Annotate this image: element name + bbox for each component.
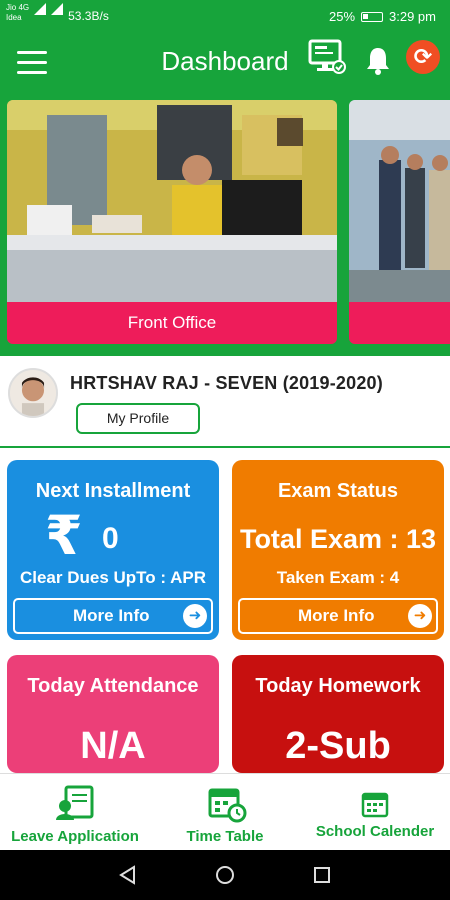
homework-value: 2-Sub <box>285 725 391 767</box>
more-info-label: More Info <box>73 606 150 625</box>
exam-status-card[interactable]: Exam Status Total Exam : 13 Taken Exam :… <box>232 460 444 640</box>
nav-leave-application[interactable]: Leave Application <box>0 774 150 851</box>
network-speed: 53.3B/s <box>68 9 109 23</box>
card-title: Next Installment <box>35 480 191 502</box>
staff-photo <box>349 100 450 302</box>
installment-amount: 0 <box>102 522 119 555</box>
signal-icon <box>34 3 47 15</box>
rupee-icon: ₹ <box>45 506 83 566</box>
arrow-right-icon: ➜ <box>183 604 207 628</box>
calendar-icon <box>361 792 389 818</box>
back-icon[interactable] <box>118 865 138 885</box>
my-profile-button[interactable]: My Profile <box>76 403 200 434</box>
status-bar: Jio 4G Idea 53.3B/s 25% 3:29 pm <box>0 0 450 34</box>
student-profile-row: HRTSHAV RAJ - SEVEN (2019-2020) My Profi… <box>0 356 450 448</box>
system-navigation-bar <box>0 850 450 900</box>
nav-school-calender[interactable]: School Calender <box>300 774 450 851</box>
taken-exam-text: Taken Exam : 4 <box>276 568 400 587</box>
installment-more-info-button[interactable]: More Info ➜ <box>13 598 213 634</box>
exam-more-info-button[interactable]: More Info ➜ <box>238 598 438 634</box>
battery-icon <box>361 12 384 22</box>
carrier-top: Jio 4G <box>6 3 30 12</box>
refresh-button[interactable]: ⟳ <box>406 40 440 74</box>
computer-monitor-icon[interactable] <box>308 39 346 75</box>
time-table-icon <box>208 788 247 823</box>
bottom-navigation: Leave Application Time Table School Cale… <box>0 773 450 850</box>
page-title: Dashboard <box>161 46 289 76</box>
banner-slide-2[interactable] <box>349 100 450 344</box>
carrier-info: Jio 4G Idea <box>6 3 29 23</box>
home-icon[interactable] <box>215 865 235 885</box>
banner-slide-front-office[interactable]: Front Office <box>7 100 337 344</box>
banner-carousel[interactable]: Front Office <box>0 94 450 356</box>
card-title: Exam Status <box>277 480 399 502</box>
notification-bell-icon[interactable] <box>364 45 392 75</box>
nav-label: Leave Application <box>11 828 139 845</box>
arrow-right-icon: ➜ <box>408 604 432 628</box>
battery-percent: 25% <box>328 9 356 24</box>
card-title: Today Attendance <box>27 675 199 697</box>
total-exam-text: Total Exam : 13 <box>239 524 437 554</box>
front-office-photo <box>7 100 337 302</box>
student-name: HRTSHAV RAJ - SEVEN (2019-2020) <box>70 373 383 393</box>
next-installment-card[interactable]: Next Installment ₹ 0 Clear Dues UpTo : A… <box>7 460 219 640</box>
avatar <box>8 368 58 418</box>
recents-icon[interactable] <box>312 865 332 885</box>
attendance-value: N/A <box>80 725 146 767</box>
divider <box>0 446 450 448</box>
app-bar: Dashboard ⟳ <box>0 34 450 94</box>
signal-icon-2 <box>51 3 64 15</box>
more-info-label: More Info <box>298 606 375 625</box>
hamburger-menu-icon[interactable] <box>17 51 47 75</box>
today-attendance-card[interactable]: Today Attendance N/A <box>7 655 219 773</box>
card-title: Today Homework <box>255 675 421 697</box>
today-homework-card[interactable]: Today Homework 2-Sub <box>232 655 444 773</box>
leave-application-icon <box>56 785 94 820</box>
banner-caption: Front Office <box>7 302 337 344</box>
nav-label: Time Table <box>186 828 264 845</box>
clear-dues-text: Clear Dues UpTo : APR <box>19 568 207 587</box>
banner-caption-2 <box>349 302 450 344</box>
clock: 3:29 pm <box>389 9 436 24</box>
nav-label: School Calender <box>315 823 435 840</box>
nav-time-table[interactable]: Time Table <box>150 774 300 851</box>
carrier-bottom: Idea <box>6 13 22 22</box>
